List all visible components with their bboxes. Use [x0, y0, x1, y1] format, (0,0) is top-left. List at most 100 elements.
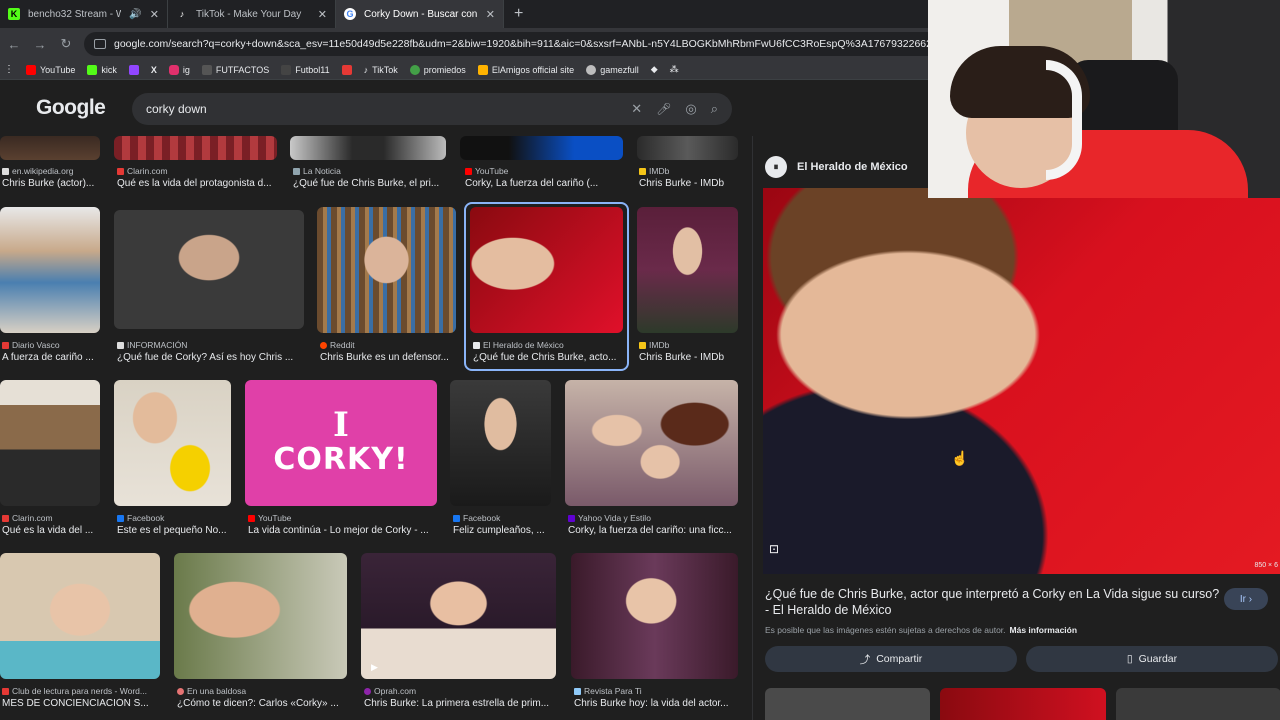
- site-info-icon[interactable]: [94, 39, 106, 49]
- result-source: Facebook: [117, 513, 164, 523]
- result-caption[interactable]: Chris Burke hoy: la vida del actor...: [574, 698, 738, 709]
- instagram-icon: [168, 64, 179, 75]
- result-image[interactable]: [174, 553, 347, 679]
- result-image[interactable]: [0, 380, 100, 506]
- result-source: YouTube: [248, 513, 291, 523]
- related-image[interactable]: [940, 688, 1106, 720]
- bookmark-gamezfull[interactable]: gamezfull: [586, 64, 639, 75]
- lanoticia-icon: [293, 167, 300, 175]
- share-button[interactable]: ⤴ Compartir: [765, 646, 1017, 672]
- preview-title[interactable]: ¿Qué fue de Chris Burke, actor que inter…: [765, 586, 1225, 618]
- result-image[interactable]: [637, 136, 738, 160]
- result-image[interactable]: [114, 210, 304, 329]
- result-image[interactable]: [637, 207, 738, 333]
- audio-icon[interactable]: 🔊: [129, 9, 141, 20]
- result-caption[interactable]: La vida continúa - Lo mejor de Corky - .…: [248, 525, 437, 536]
- bookmark-label: ElAmigos official site: [491, 64, 575, 75]
- heraldo-logo-icon: ⏸: [765, 156, 787, 178]
- bookmark-instagram[interactable]: ig: [168, 64, 190, 75]
- bookmark-label: ig: [182, 64, 190, 75]
- save-button[interactable]: ▯ Guardar: [1026, 646, 1278, 672]
- result-caption[interactable]: ¿Qué fue de Chris Burke, acto...: [473, 352, 623, 363]
- bookmark-x[interactable]: X: [151, 65, 157, 75]
- result-image[interactable]: [114, 136, 277, 160]
- visit-button[interactable]: Ir ›: [1224, 588, 1268, 610]
- result-image[interactable]: [565, 380, 738, 506]
- bookmark-futbol11[interactable]: Futbol11: [281, 64, 330, 75]
- result-caption[interactable]: Chris Burke - IMDb: [639, 352, 738, 363]
- result-image[interactable]: [290, 136, 446, 160]
- close-tab-icon[interactable]: ✕: [318, 8, 327, 21]
- bookmark-label: promiedos: [423, 64, 466, 75]
- result-caption[interactable]: Chris Burke: La primera estrella de prim…: [364, 698, 556, 709]
- bookmark-other[interactable]: ⁂: [670, 64, 679, 75]
- result-image-selected[interactable]: [470, 207, 623, 333]
- result-caption[interactable]: MES DE CONCIENCIACIÓN S...: [2, 698, 160, 709]
- result-caption[interactable]: Este es el pequeño No...: [117, 525, 231, 536]
- search-input[interactable]: corky down: [146, 102, 617, 116]
- new-tab-icon[interactable]: +: [504, 0, 533, 28]
- result-caption[interactable]: Corky, La fuerza del cariño (...: [465, 178, 623, 189]
- bookmark-label: FUTFACTOS: [215, 64, 270, 75]
- related-image[interactable]: [1115, 688, 1280, 720]
- imdb-icon: [639, 167, 646, 175]
- bookmark-youtube[interactable]: YouTube: [26, 64, 75, 75]
- related-image[interactable]: [765, 688, 931, 720]
- forward-icon[interactable]: →: [32, 37, 48, 52]
- result-source: INFORMACIÓN: [117, 340, 187, 350]
- result-image[interactable]: [460, 136, 623, 160]
- result-image[interactable]: I CORKY!: [245, 380, 437, 506]
- search-icon[interactable]: ⌕: [711, 101, 718, 117]
- preview-source[interactable]: ⏸ El Heraldo de México: [765, 156, 908, 178]
- result-caption[interactable]: Chris Burke - IMDb: [639, 178, 738, 189]
- result-caption[interactable]: Corky, la fuerza del cariño: una ficc...: [568, 525, 738, 536]
- close-tab-icon[interactable]: ✕: [150, 8, 159, 21]
- result-image[interactable]: [114, 380, 231, 506]
- bookmark-promiedos[interactable]: promiedos: [409, 64, 466, 75]
- voice-search-icon[interactable]: 🎤︎: [656, 102, 671, 116]
- result-image[interactable]: [0, 136, 100, 160]
- clear-icon[interactable]: ✕: [631, 101, 642, 117]
- twitch-icon: [128, 64, 139, 75]
- result-image[interactable]: [0, 553, 160, 679]
- bookmark-tiktok[interactable]: ♪ TikTok: [364, 65, 398, 75]
- back-icon[interactable]: ←: [6, 37, 22, 52]
- lens-search-icon[interactable]: ⊡: [769, 542, 779, 556]
- lens-icon[interactable]: ◎: [685, 101, 696, 117]
- bookmark-diamond[interactable]: ◆: [651, 64, 658, 75]
- reload-icon[interactable]: ↻: [58, 36, 74, 52]
- bookmark-twitch[interactable]: [128, 64, 139, 75]
- result-image[interactable]: [317, 207, 456, 333]
- result-source: Facebook: [453, 513, 500, 523]
- play-icon: ▶: [371, 662, 378, 672]
- preview-image[interactable]: ⊡ ☝: [763, 188, 1280, 574]
- bookmark-red[interactable]: [341, 64, 352, 75]
- tab-kick-stream[interactable]: K bencho32 Stream - Watch l 🔊 ✕: [0, 0, 168, 28]
- apps-icon[interactable]: ⋮: [4, 64, 14, 75]
- bookmark-elamigos[interactable]: ElAmigos official site: [477, 64, 575, 75]
- result-image[interactable]: [450, 380, 551, 506]
- result-caption[interactable]: Qué es la vida del protagonista d...: [117, 178, 277, 189]
- result-image[interactable]: [571, 553, 738, 679]
- result-caption[interactable]: Feliz cumpleaños, ...: [453, 525, 551, 536]
- more-info-link[interactable]: Más información: [1010, 625, 1078, 635]
- bookmark-futfactos[interactable]: FUTFACTOS: [201, 64, 270, 75]
- result-caption[interactable]: ¿Cómo te dicen?: Carlos «Corky» ...: [177, 698, 347, 709]
- result-caption[interactable]: A fuerza de cariño ...: [2, 352, 98, 363]
- result-caption[interactable]: Chris Burke (actor)...: [2, 178, 98, 189]
- result-source: Clarin.com: [2, 513, 53, 523]
- bookmark-kick[interactable]: kick: [87, 64, 117, 75]
- result-video[interactable]: ▶: [361, 553, 556, 679]
- result-caption[interactable]: Chris Burke es un defensor...: [320, 352, 456, 363]
- result-caption[interactable]: Qué es la vida del ...: [2, 525, 98, 536]
- result-caption[interactable]: ¿Qué fue de Chris Burke, el pri...: [293, 178, 446, 189]
- futfactos-icon: [201, 64, 212, 75]
- tab-tiktok[interactable]: ♪ TikTok - Make Your Day ✕: [168, 0, 336, 28]
- search-box[interactable]: corky down ✕ 🎤︎ ◎ ⌕: [132, 93, 732, 125]
- result-image[interactable]: [0, 207, 100, 333]
- google-logo[interactable]: Google: [36, 96, 106, 120]
- tab-google-search[interactable]: G Corky Down - Buscar con Goog ✕: [336, 0, 504, 28]
- result-caption[interactable]: ¿Qué fue de Corky? Así es hoy Chris ...: [117, 352, 304, 363]
- clarin-icon: [2, 514, 9, 522]
- close-tab-icon[interactable]: ✕: [486, 8, 495, 21]
